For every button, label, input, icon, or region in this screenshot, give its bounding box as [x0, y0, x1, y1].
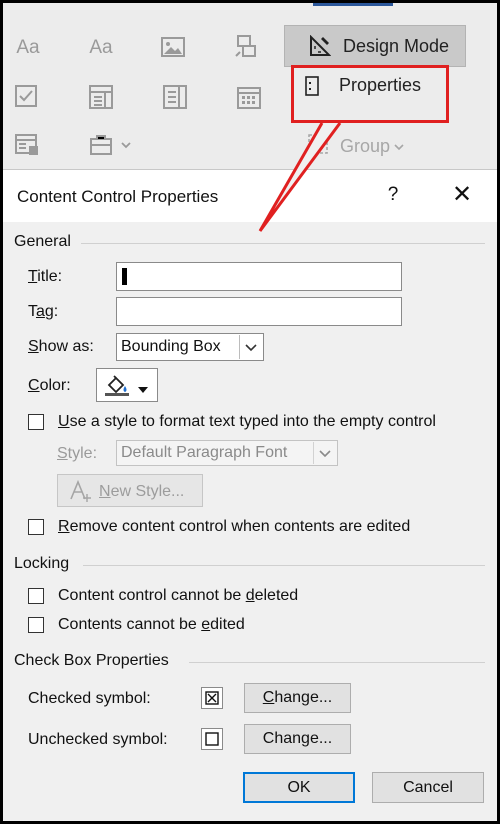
locking-section-divider: [83, 565, 485, 566]
color-dropdown-icon: [137, 381, 149, 399]
checked-symbol-label: Checked symbol:: [28, 690, 151, 707]
use-style-label: Use a style to format text typed into th…: [58, 413, 436, 430]
show-as-label: Show as:: [28, 338, 94, 355]
cannot-delete-label: Content control cannot be deleted: [58, 587, 299, 604]
ok-button[interactable]: OK: [243, 772, 355, 803]
new-style-icon: [68, 479, 92, 508]
unchecked-symbol-preview: [201, 728, 223, 750]
locking-section-heading: Locking: [14, 555, 70, 572]
show-as-select[interactable]: Bounding Box: [116, 333, 264, 361]
checked-box-icon: [205, 691, 219, 705]
tag-label: Tag:: [28, 303, 59, 320]
chevron-down-icon: [313, 442, 336, 464]
paint-bucket-icon: [104, 373, 130, 402]
show-as-value: Bounding Box: [121, 338, 221, 355]
style-value: Default Paragraph Font: [121, 444, 288, 461]
checkbox-properties-heading: Check Box Properties: [14, 652, 169, 669]
change-checked-symbol-button[interactable]: Change...: [244, 683, 351, 713]
color-label: Color:: [28, 377, 71, 394]
color-picker-button[interactable]: [96, 368, 158, 402]
style-label: Style:: [57, 445, 98, 462]
new-style-label: New Style...: [99, 483, 185, 500]
checkbox-properties-divider: [189, 662, 485, 663]
screenshot-frame: Aa Aa Design Mode Properties Group Conte…: [3, 3, 497, 821]
style-select[interactable]: Default Paragraph Font: [116, 440, 338, 466]
chevron-down-icon: [239, 335, 262, 359]
use-style-checkbox[interactable]: [28, 414, 44, 430]
new-style-button[interactable]: New Style...: [57, 474, 203, 507]
callout-arrow: [258, 122, 342, 232]
cannot-delete-checkbox[interactable]: [28, 588, 44, 604]
cancel-button[interactable]: Cancel: [372, 772, 484, 803]
remove-control-checkbox[interactable]: [28, 519, 44, 535]
change-unchecked-symbol-button[interactable]: Change...: [244, 724, 351, 754]
cannot-edit-checkbox[interactable]: [28, 617, 44, 633]
empty-box-icon: [205, 732, 219, 746]
cannot-edit-label: Contents cannot be edited: [58, 616, 245, 633]
remove-control-label: Remove content control when contents are…: [58, 518, 411, 535]
checked-symbol-preview: [201, 687, 223, 709]
unchecked-symbol-label: Unchecked symbol:: [28, 731, 168, 748]
